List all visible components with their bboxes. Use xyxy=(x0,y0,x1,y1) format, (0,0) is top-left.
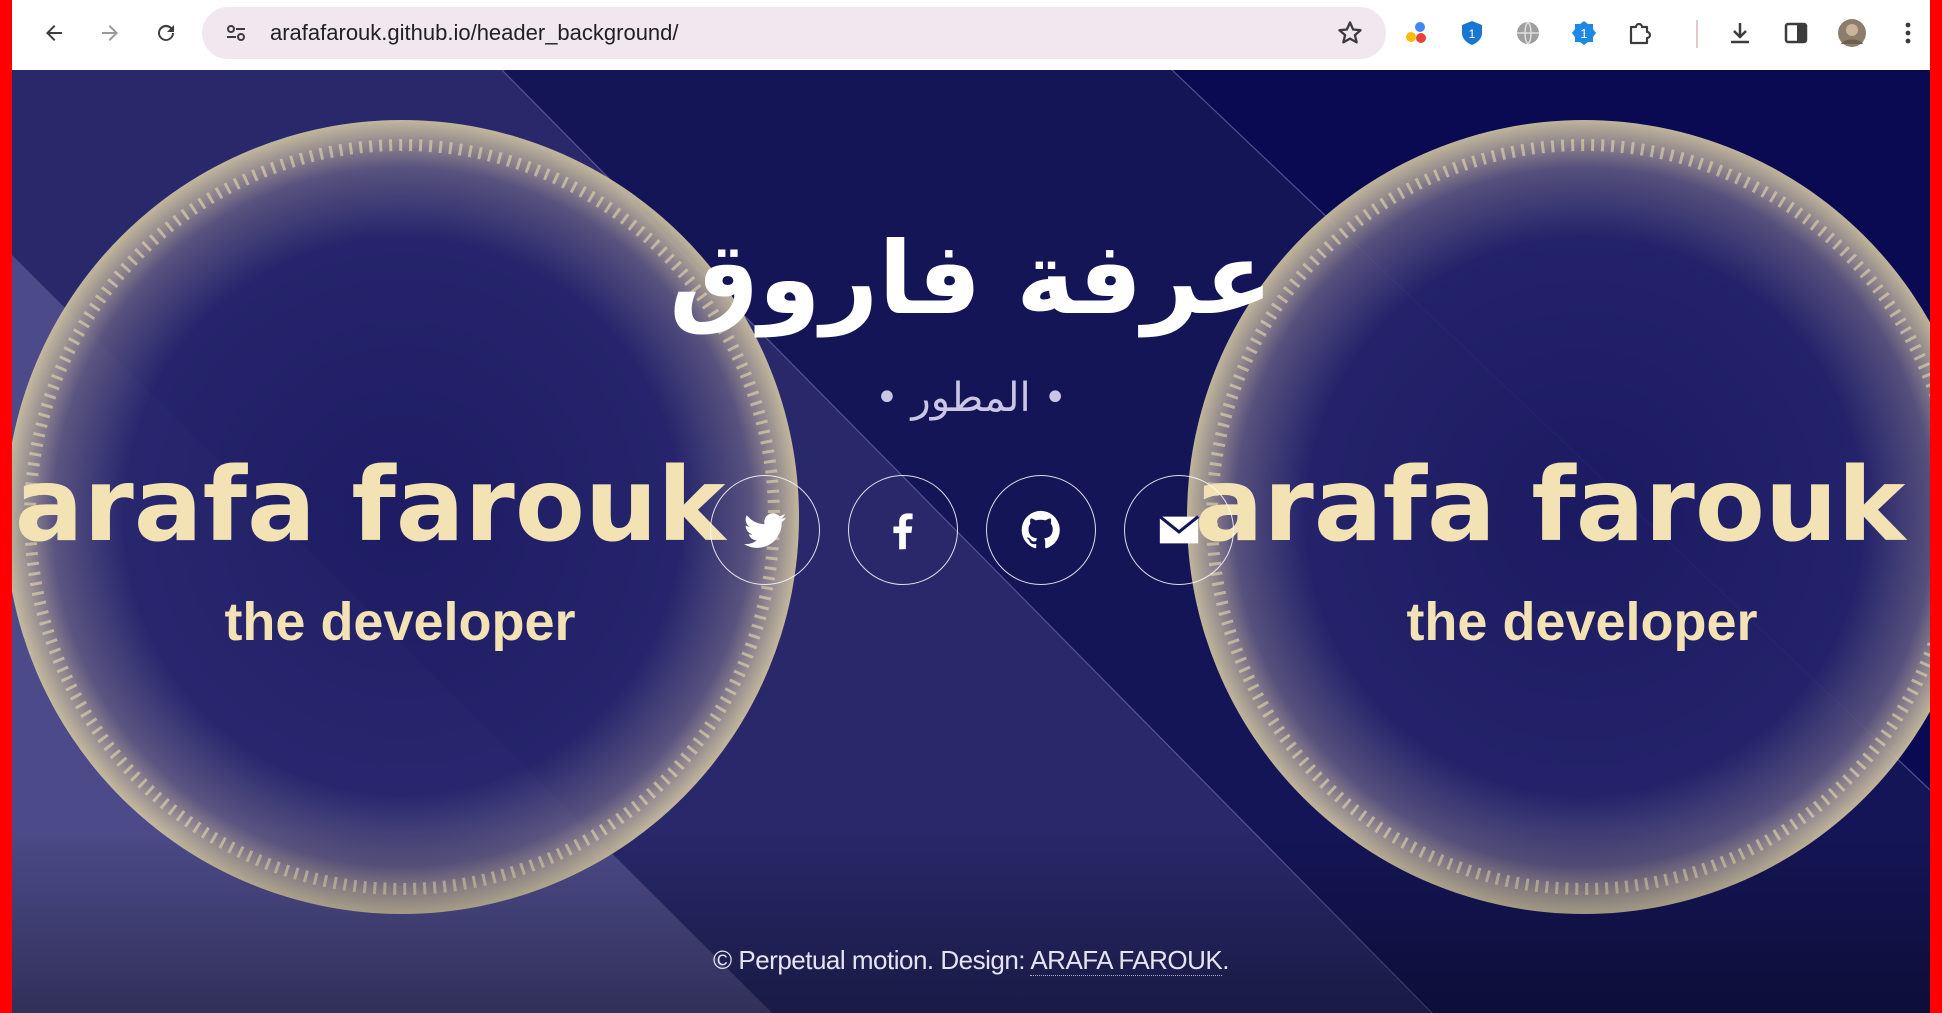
globe-icon[interactable] xyxy=(1510,15,1546,51)
reload-button[interactable] xyxy=(146,13,186,53)
logo-name-right: arafa farouk xyxy=(1195,446,1908,565)
extension-badge-text: 1 xyxy=(1580,26,1587,41)
logo-tagline-right: the developer xyxy=(1406,592,1757,652)
shield-badge-text: 1 xyxy=(1469,27,1476,41)
puzzle-icon[interactable] xyxy=(1622,15,1658,51)
twitter-icon xyxy=(743,513,787,548)
back-button[interactable] xyxy=(34,13,74,53)
email-link[interactable] xyxy=(1124,475,1234,585)
page-title: عرفة فاروق xyxy=(669,220,1273,337)
reload-icon xyxy=(158,24,174,41)
arrow-right-icon xyxy=(102,25,118,41)
footer-text: © Perpetual motion. Design: xyxy=(712,945,1031,975)
github-link[interactable] xyxy=(986,475,1096,585)
toolbar-separator xyxy=(1696,20,1698,48)
address-bar[interactable]: arafafarouk.github.io/header_background/ xyxy=(202,7,1386,59)
url-text[interactable]: arafafarouk.github.io/header_background/ xyxy=(270,7,679,59)
facebook-link[interactable] xyxy=(848,475,958,585)
browser-toolbar: arafafarouk.github.io/header_background/… xyxy=(12,0,1930,70)
forward-button[interactable] xyxy=(90,13,130,53)
bookmark-star-icon[interactable] xyxy=(1336,19,1364,47)
logo-tagline-left: the developer xyxy=(224,592,575,652)
extension-multicolor-icon[interactable] xyxy=(1398,15,1434,51)
facebook-icon xyxy=(893,513,913,550)
site-settings-icon[interactable] xyxy=(224,21,248,45)
page-subtitle: • المطور • xyxy=(875,375,1067,421)
github-icon xyxy=(1021,510,1060,549)
badge-1-icon[interactable]: 1 xyxy=(1566,15,1602,51)
footer-author-link[interactable]: ARAFA FAROUK xyxy=(1030,945,1223,976)
social-links xyxy=(710,475,1234,585)
avatar[interactable] xyxy=(1834,15,1870,51)
download-icon[interactable] xyxy=(1722,15,1758,51)
side-panel-icon[interactable] xyxy=(1778,15,1814,51)
bitwarden-shield-icon[interactable]: 1 xyxy=(1454,15,1490,51)
footer: © Perpetual motion. Design: ARAFA FAROUK… xyxy=(12,945,1930,976)
hero-header: arafa farouk the developer arafa farouk … xyxy=(12,70,1930,1013)
arrow-left-icon xyxy=(46,25,62,41)
menu-kebab-icon[interactable] xyxy=(1890,15,1926,51)
email-icon xyxy=(1158,515,1200,544)
twitter-link[interactable] xyxy=(710,475,820,585)
footer-end: . xyxy=(1222,945,1230,975)
logo-name-left: arafa farouk xyxy=(15,446,728,565)
